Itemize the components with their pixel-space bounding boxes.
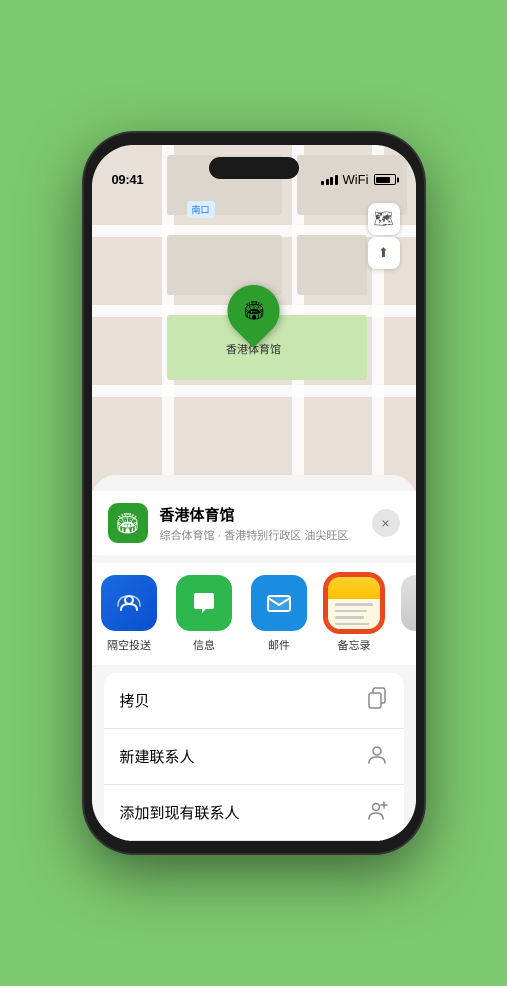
action-list: 拷贝 新建联系人 bbox=[104, 673, 404, 841]
airdrop-label: 隔空投送 bbox=[107, 637, 151, 653]
map-type-icon: 🗺 bbox=[373, 209, 393, 229]
phone-screen: 09:41 WiFi bbox=[92, 145, 416, 841]
location-button[interactable]: ⬆ bbox=[368, 237, 400, 269]
map-south-entrance-label: 南口 bbox=[187, 201, 215, 218]
notes-label: 备忘录 bbox=[338, 637, 371, 653]
venue-info: 香港体育馆 综合体育馆 · 香港特别行政区 油尖旺区 bbox=[160, 504, 400, 543]
share-row: 隔空投送 信息 bbox=[92, 563, 416, 665]
mail-label: 邮件 bbox=[268, 637, 290, 653]
notes-icon bbox=[326, 575, 382, 631]
battery-icon bbox=[374, 174, 396, 185]
airdrop-icon bbox=[101, 575, 157, 631]
share-item-notes[interactable]: 备忘录 bbox=[317, 575, 392, 653]
share-item-messages[interactable]: 信息 bbox=[167, 575, 242, 653]
venue-subtitle: 综合体育馆 · 香港特别行政区 油尖旺区 bbox=[160, 527, 400, 543]
status-icons: WiFi bbox=[321, 172, 396, 187]
share-item-mail[interactable]: 邮件 bbox=[242, 575, 317, 653]
status-time: 09:41 bbox=[112, 172, 144, 187]
copy-icon bbox=[366, 687, 388, 714]
map-marker: 🏟 香港体育馆 bbox=[226, 285, 281, 357]
venue-icon: 🏟 bbox=[108, 503, 148, 543]
wifi-icon: WiFi bbox=[343, 172, 369, 187]
new-contact-icon bbox=[366, 743, 388, 770]
dynamic-island bbox=[209, 157, 299, 179]
share-item-airdrop[interactable]: 隔空投送 bbox=[92, 575, 167, 653]
close-button[interactable]: × bbox=[372, 509, 400, 537]
action-new-contact-label: 新建联系人 bbox=[120, 746, 195, 767]
map-controls: 🗺 ⬆ bbox=[368, 203, 400, 269]
marker-stadium-icon: 🏟 bbox=[242, 301, 265, 322]
location-icon: ⬆ bbox=[378, 245, 389, 261]
action-copy[interactable]: 拷贝 bbox=[104, 673, 404, 729]
map-type-button[interactable]: 🗺 bbox=[368, 203, 400, 235]
signal-bars-icon bbox=[321, 175, 338, 185]
share-item-more[interactable]: 提 bbox=[392, 575, 416, 653]
messages-icon bbox=[176, 575, 232, 631]
action-add-existing-label: 添加到现有联系人 bbox=[120, 802, 240, 823]
action-add-existing[interactable]: 添加到现有联系人 bbox=[104, 785, 404, 841]
add-existing-icon bbox=[366, 799, 388, 826]
mail-icon bbox=[251, 575, 307, 631]
action-copy-label: 拷贝 bbox=[120, 690, 150, 711]
phone-frame: 09:41 WiFi bbox=[84, 133, 424, 853]
venue-header: 🏟 香港体育馆 综合体育馆 · 香港特别行政区 油尖旺区 × bbox=[92, 491, 416, 555]
bottom-sheet: 🏟 香港体育馆 综合体育馆 · 香港特别行政区 油尖旺区 × bbox=[92, 475, 416, 841]
messages-label: 信息 bbox=[193, 637, 215, 653]
more-icon bbox=[401, 575, 416, 631]
action-new-contact[interactable]: 新建联系人 bbox=[104, 729, 404, 785]
venue-name: 香港体育馆 bbox=[160, 504, 400, 525]
